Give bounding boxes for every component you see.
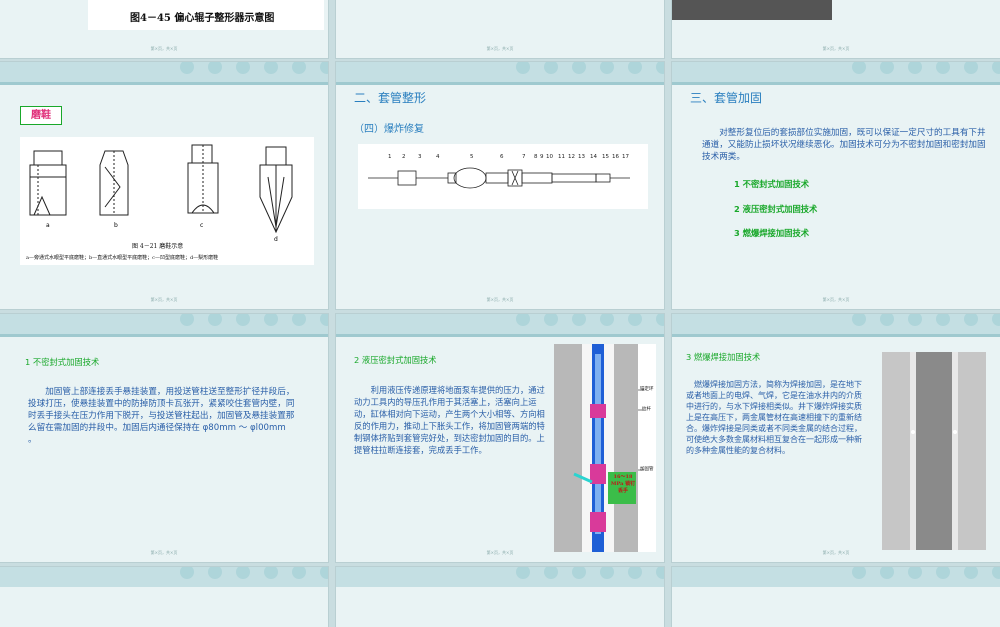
svg-text:3: 3: [418, 154, 422, 160]
slide-bottom-middle[interactable]: [336, 567, 664, 627]
svg-text:2: 2: [402, 154, 406, 160]
slide-mozhe[interactable]: 磨鞋 a b c d 图 4－21 磨鞋示意 a—旁通式水眼型平底磨鞋；b—直通…: [0, 62, 328, 309]
svg-text:17: 17: [622, 154, 629, 160]
explosion-tool-figure: 123 456 789 10 11 12 13 14 15 16 17: [358, 144, 648, 209]
svg-text:c: c: [200, 222, 203, 229]
decor-dots: [516, 62, 664, 74]
header-stripe: [672, 82, 1000, 85]
svg-text:13: 13: [578, 154, 585, 160]
page-number: 第×页，共×页: [150, 297, 178, 302]
page-number: 第×页，共×页: [822, 297, 850, 302]
decor-dots: [180, 567, 328, 579]
header-stripe: [336, 334, 664, 337]
pressure-text: 16～18 MPa 锁钉 丢手: [610, 474, 636, 494]
page-number: 第×页，共×页: [150, 46, 178, 51]
label-anchor-ring: 锚定环: [640, 387, 654, 392]
svg-text:12: 12: [568, 154, 575, 160]
header-stripe: [0, 334, 328, 337]
header-stripe: [672, 334, 1000, 337]
slide-bottom-left[interactable]: [0, 567, 328, 627]
slide-title: 三、套管加固: [690, 91, 763, 105]
slide-yeya[interactable]: 2 液压密封式加固技术 利用液压传递原理将地面泵车提供的压力，通过动力工具内的导…: [336, 314, 664, 562]
decor-dots: [180, 314, 328, 326]
decor-dots: [180, 62, 328, 74]
slide-title: 2 液压密封式加固技术: [354, 355, 437, 365]
explosion-tool-drawing: 123 456 789 10 11 12 13 14 15 16 17: [368, 154, 630, 189]
slide-body: 对整形复位后的套损部位实施加固，既可以保证一定尺寸的工具有下井通道，又能防止损坏…: [702, 128, 986, 162]
weld-figure: [882, 352, 986, 550]
mozhe-figure: a b c d 图 4－21 磨鞋示意 a—旁通式水眼型平底磨鞋；b—直通式水眼…: [20, 137, 314, 265]
decor-dots: [852, 62, 1000, 74]
page-number: 第×页，共×页: [486, 46, 514, 51]
slide-randbao[interactable]: 3 燃爆焊接加固技术 燃爆焊接加固方法，简称为焊接加固，是在地下或者地面上的电焊…: [672, 314, 1000, 562]
slide-title: 二、套管整形: [354, 91, 427, 105]
label-reinforce-pipe: 加固管: [640, 467, 654, 472]
slide-top-right[interactable]: 第×页，共×页: [672, 0, 1000, 58]
decor-dots: [516, 314, 664, 326]
page-number: 第×页，共×页: [822, 46, 850, 51]
slide-zhengxing[interactable]: 二、套管整形 （四）爆炸修复 123 456 789 10 11 12 13 1…: [336, 62, 664, 309]
svg-text:5: 5: [470, 154, 474, 160]
hydraulic-tool-figure: 锚定环 拉杆 加固管 16～18 MPa 锁钉 丢手: [554, 344, 656, 552]
mozhe-label: 磨鞋: [20, 106, 62, 125]
slide-body: 燃爆焊接加固方法，简称为焊接加固，是在地下或者地面上的电焊、气焊，它是在油水井内…: [686, 380, 862, 455]
item-3: 3 燃爆焊接加固技术: [734, 228, 810, 238]
svg-text:14: 14: [590, 154, 597, 160]
photo-panel: [672, 0, 832, 20]
slide-top-middle[interactable]: 第×页，共×页: [336, 0, 664, 58]
slide-jiagu[interactable]: 三、套管加固 对整形复位后的套损部位实施加固，既可以保证一定尺寸的工具有下井通道…: [672, 62, 1000, 309]
mozhe-fig-note: a—旁通式水眼型平底磨鞋；b—直通式水眼型平底磨鞋；c—凹型底磨鞋；d—梨形磨鞋: [26, 255, 219, 261]
mozhe-fig-caption: 图 4－21 磨鞋示意: [132, 243, 184, 250]
item-1: 1 不密封式加固技术: [734, 179, 810, 189]
svg-text:7: 7: [522, 154, 526, 160]
slide-top-left[interactable]: 图4－45 偏心辊子整形器示意图 第×页，共×页: [0, 0, 328, 58]
page-number: 第×页，共×页: [486, 550, 514, 555]
label-pull-rod: 拉杆: [642, 407, 651, 412]
svg-text:11: 11: [558, 154, 565, 160]
slide-title: 3 燃爆焊接加固技术: [686, 352, 761, 362]
slide-title: 1 不密封式加固技术: [25, 357, 100, 367]
svg-text:16: 16: [612, 154, 619, 160]
page-number: 第×页，共×页: [486, 297, 514, 302]
hydraulic-tool-drawing: [554, 344, 644, 552]
decor-dots: [516, 567, 664, 579]
svg-text:10: 10: [546, 154, 553, 160]
weld-drawing: [882, 352, 986, 550]
svg-text:b: b: [114, 222, 118, 229]
slide-bottom-right[interactable]: [672, 567, 1000, 627]
svg-text:15: 15: [602, 154, 609, 160]
slide-body: 加固管上部连接丢手悬挂装置，用投送管柱送至整形扩径井段后，投球打压，使悬挂装置中…: [28, 387, 295, 445]
svg-text:6: 6: [500, 154, 504, 160]
figure-caption: 图4－45 偏心辊子整形器示意图: [130, 13, 275, 24]
header-stripe: [336, 82, 664, 85]
slide-bumifeng[interactable]: 1 不密封式加固技术 加固管上部连接丢手悬挂装置，用投送管柱送至整形扩径井段后，…: [0, 314, 328, 562]
svg-text:4: 4: [436, 154, 440, 160]
header-stripe: [0, 82, 328, 85]
item-2: 2 液压密封式加固技术: [734, 204, 818, 214]
page-number: 第×页，共×页: [150, 550, 178, 555]
decor-dots: [852, 567, 1000, 579]
svg-text:9: 9: [540, 154, 544, 160]
svg-text:1: 1: [388, 154, 392, 160]
svg-text:8: 8: [534, 154, 538, 160]
decor-dots: [852, 314, 1000, 326]
slide-subtitle: （四）爆炸修复: [354, 124, 424, 135]
page-number: 第×页，共×页: [822, 550, 850, 555]
svg-text:d: d: [274, 236, 278, 243]
slide-body: 利用液压传递原理将地面泵车提供的压力，通过动力工具内的导压孔作用于其活塞上，活塞…: [354, 385, 545, 455]
svg-text:a: a: [46, 222, 50, 229]
